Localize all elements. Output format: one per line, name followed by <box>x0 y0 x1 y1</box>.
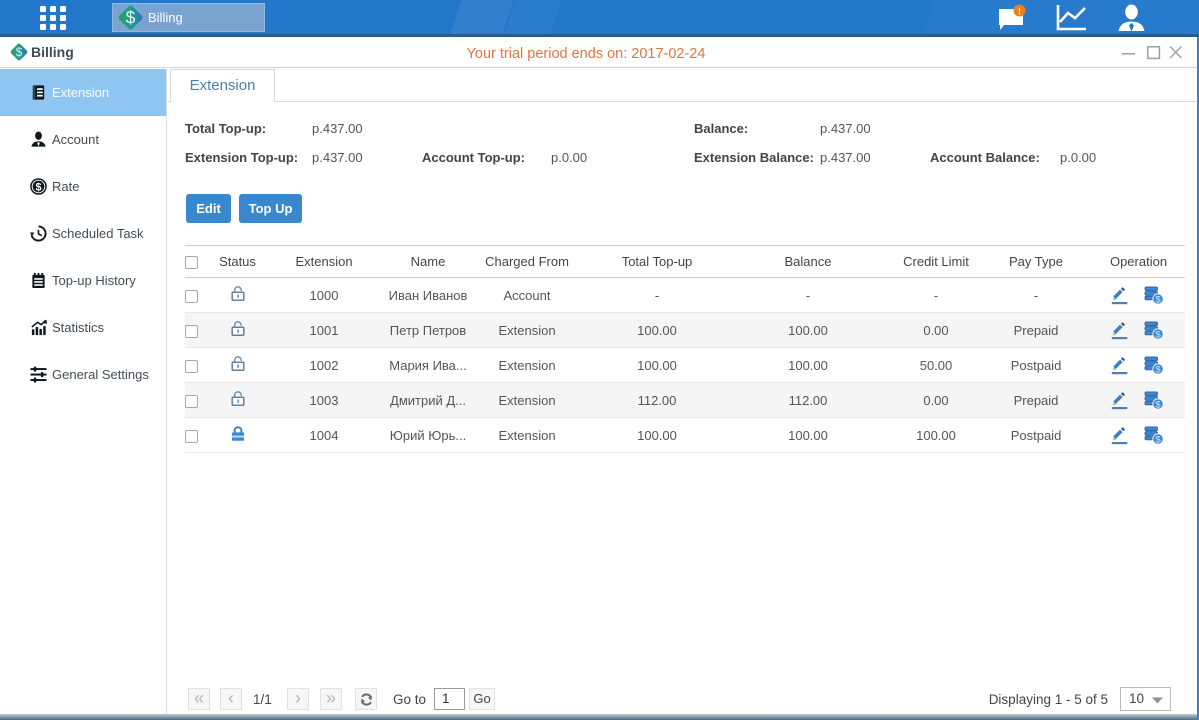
svg-text:$: $ <box>1155 329 1161 340</box>
svg-text:$: $ <box>1155 434 1161 445</box>
svg-text:$: $ <box>1155 294 1161 305</box>
svg-text:$: $ <box>1155 364 1161 375</box>
svg-text:$: $ <box>1155 399 1161 410</box>
svg-text:!: ! <box>1018 7 1021 17</box>
svg-text:$: $ <box>16 46 23 59</box>
svg-text:$: $ <box>35 181 41 193</box>
svg-text:$: $ <box>126 8 136 28</box>
